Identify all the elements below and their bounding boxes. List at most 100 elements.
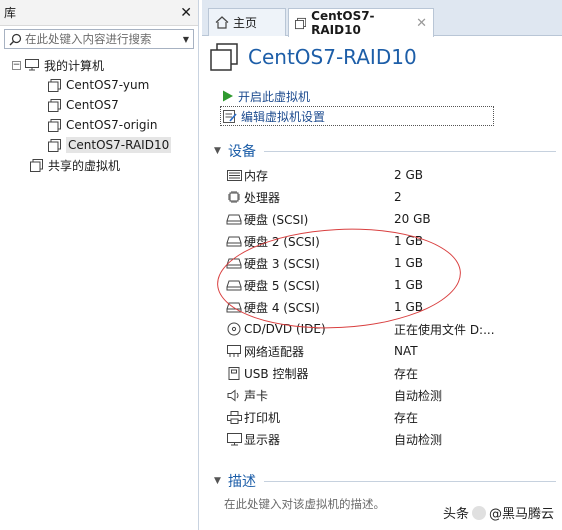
devices-section-title: 设备 (228, 144, 256, 160)
collapse-icon[interactable]: − (12, 60, 21, 70)
collapse-triangle-icon[interactable]: ▼ (214, 476, 228, 486)
device-row-disk[interactable]: 硬盘 (SCSI) 20 GB (226, 208, 562, 230)
device-value: 自动检测 (394, 388, 443, 403)
disk-icon (226, 280, 242, 291)
library-title: 库 (4, 6, 17, 20)
description-section-title: 描述 (228, 474, 256, 490)
cpu-icon (226, 190, 242, 204)
device-row-printer[interactable]: 打印机 存在 (226, 406, 562, 428)
search-dropdown-icon[interactable]: ▼ (179, 35, 193, 44)
tree-item-shared-vms[interactable]: 共享的虚拟机 (0, 155, 198, 175)
tree-item-vm[interactable]: CentOS7-origin (0, 115, 198, 135)
tree-item-vm[interactable]: CentOS7 (0, 95, 198, 115)
shared-vm-icon (30, 158, 43, 172)
device-name: 显示器 (244, 432, 281, 447)
vm-icon (48, 98, 61, 112)
disk-icon (226, 302, 242, 313)
device-name: 网络适配器 (244, 344, 305, 359)
device-value: 20 GB (394, 212, 431, 226)
tab-label: CentOS7-RAID10 (311, 9, 375, 37)
library-search: ▼ (4, 29, 194, 49)
vm-icon (48, 138, 61, 152)
library-close-icon[interactable]: ✕ (180, 6, 192, 20)
section-divider (264, 480, 556, 482)
disk-icon (226, 236, 242, 247)
library-header: 库 ✕ (0, 0, 198, 26)
tab-bar: 主页 CentOS7-RAID10 ✕ (202, 0, 562, 37)
device-value: 1 GB (394, 256, 423, 270)
vm-large-icon (210, 43, 238, 71)
device-value: NAT (394, 344, 418, 358)
device-name: 硬盘 3 (SCSI) (244, 256, 320, 271)
device-name: USB 控制器 (244, 366, 309, 381)
device-row-disk[interactable]: 硬盘 4 (SCSI) 1 GB (226, 296, 562, 318)
power-on-label: 开启此虚拟机 (238, 89, 311, 104)
tree-label: 共享的虚拟机 (48, 158, 121, 173)
device-name: 打印机 (244, 410, 281, 425)
device-row-usb[interactable]: USB 控制器 存在 (226, 362, 562, 384)
vm-icon (48, 78, 61, 92)
memory-icon (226, 169, 242, 181)
device-value: 2 (394, 190, 402, 204)
tab-label: 主页 (233, 16, 258, 30)
tree-label: CentOS7-RAID10 (66, 137, 172, 153)
device-value: 存在 (394, 410, 419, 425)
tab-vm[interactable]: CentOS7-RAID10 ✕ (288, 8, 434, 37)
devices-section-header[interactable]: ▼ 设备 (214, 142, 562, 160)
watermark-handle: @黑马腾云 (488, 507, 554, 522)
device-row-disk[interactable]: 硬盘 5 (SCSI) 1 GB (226, 274, 562, 296)
cdrom-icon (226, 322, 242, 336)
device-row-cpu[interactable]: 处理器 2 (226, 186, 562, 208)
device-name: 硬盘 5 (SCSI) (244, 278, 320, 293)
tree-label: CentOS7-yum (66, 78, 150, 92)
tree-label: CentOS7-origin (66, 118, 158, 132)
device-value: 正在使用文件 D:... (394, 322, 495, 337)
device-row-memory[interactable]: 内存 2 GB (226, 164, 562, 186)
vm-icon (295, 17, 307, 29)
tree-item-vm-selected[interactable]: CentOS7-RAID10 (0, 135, 198, 155)
search-icon (5, 33, 25, 46)
watermark-logo-icon (471, 505, 486, 520)
settings-icon (223, 109, 237, 123)
vm-icon (48, 118, 61, 132)
power-on-link[interactable]: 开启此虚拟机 (222, 86, 562, 106)
device-row-cdrom[interactable]: CD/DVD (IDE) 正在使用文件 D:... (226, 318, 562, 340)
device-row-network[interactable]: 网络适配器 NAT (226, 340, 562, 362)
device-name: 内存 (244, 168, 269, 183)
device-name: 声卡 (244, 388, 269, 403)
device-row-disk[interactable]: 硬盘 3 (SCSI) 1 GB (226, 252, 562, 274)
device-row-disk[interactable]: 硬盘 2 (SCSI) 1 GB (226, 230, 562, 252)
device-value: 1 GB (394, 300, 423, 314)
collapse-triangle-icon[interactable]: ▼ (214, 146, 228, 156)
section-divider (264, 150, 556, 152)
tree-item-my-computer[interactable]: − 我的计算机 (0, 55, 198, 75)
tree-label: 我的计算机 (44, 58, 105, 73)
device-value: 存在 (394, 366, 419, 381)
tree-item-vm[interactable]: CentOS7-yum (0, 75, 198, 95)
library-search-input[interactable] (25, 32, 179, 46)
disk-icon (226, 258, 242, 269)
edit-settings-label: 编辑虚拟机设置 (241, 109, 326, 124)
device-name: 硬盘 4 (SCSI) (244, 300, 320, 315)
vm-header: CentOS7-RAID10 (202, 36, 562, 78)
device-name: CD/DVD (IDE) (244, 322, 326, 336)
tab-close-icon[interactable]: ✕ (416, 16, 427, 31)
library-panel: 库 ✕ ▼ − 我的计算机 CentOS7-yum CentOS7 CentOS… (0, 0, 199, 530)
tab-home[interactable]: 主页 (208, 8, 286, 36)
device-row-sound[interactable]: 声卡 自动检测 (226, 384, 562, 406)
description-section-header[interactable]: ▼ 描述 (214, 472, 562, 490)
device-name: 处理器 (244, 190, 281, 205)
watermark-prefix: 头条 (442, 507, 469, 522)
disk-icon (226, 214, 242, 225)
page-title: CentOS7-RAID10 (248, 45, 417, 69)
device-value: 2 GB (394, 168, 423, 182)
device-list: 内存 2 GB 处理器 2 硬盘 (SCSI) 20 GB 硬盘 2 (SCSI… (226, 164, 562, 450)
main-panel: 主页 CentOS7-RAID10 ✕ CentOS7-RAID10 开启此虚拟… (202, 0, 562, 530)
device-row-display[interactable]: 显示器 自动检测 (226, 428, 562, 450)
library-tree: − 我的计算机 CentOS7-yum CentOS7 CentOS7-orig… (0, 55, 198, 175)
device-name: 硬盘 (SCSI) (244, 212, 309, 227)
edit-settings-link[interactable]: 编辑虚拟机设置 (220, 106, 494, 126)
printer-icon (226, 410, 242, 424)
watermark: 头条 @黑马腾云 (443, 503, 554, 522)
device-name: 硬盘 2 (SCSI) (244, 234, 320, 249)
